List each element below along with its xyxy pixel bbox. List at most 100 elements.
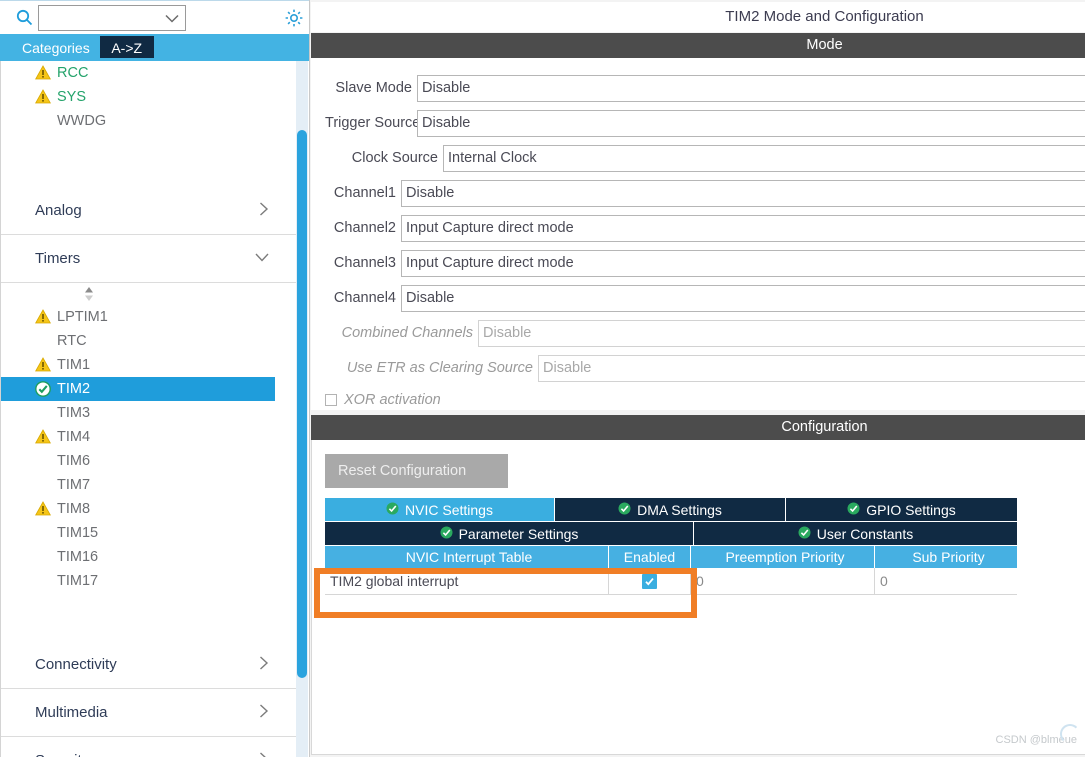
select-value: Internal Clock [448, 150, 537, 166]
chevron-right-icon [258, 751, 270, 757]
category-label: Security [35, 752, 89, 757]
search-icon[interactable] [10, 9, 38, 26]
tree-item-tim15[interactable]: TIM15 [1, 521, 296, 545]
tree-item-label: RCC [57, 65, 89, 81]
watermark-circle-icon [1060, 724, 1080, 744]
slave-mode-select[interactable]: Disable [417, 74, 1085, 102]
tree-item-label: TIM17 [57, 573, 99, 589]
sidebar-scrollbar-thumb[interactable] [297, 130, 307, 678]
sidebar-category-connectivity[interactable]: Connectivity [1, 641, 296, 689]
col-header-enabled[interactable]: Enabled [609, 546, 691, 568]
tree-item-label: TIM16 [57, 549, 99, 565]
sidebar-category-security[interactable]: Security [1, 737, 296, 757]
tree-item-sys[interactable]: SYS [1, 85, 296, 109]
tree-item-label: TIM6 [57, 453, 91, 469]
channel1-select[interactable]: Disable [401, 179, 1085, 207]
category-label: Connectivity [35, 656, 117, 673]
checkbox-unchecked-icon[interactable] [325, 394, 337, 406]
trigger-source-select[interactable]: Disable [417, 109, 1085, 137]
mode-section-body: Slave Mode Disable Trigger Source Disabl… [311, 58, 1085, 410]
tab-a-to-z[interactable]: A->Z [99, 36, 154, 60]
row-label: Combined Channels [341, 325, 473, 341]
checkbox-checked-icon[interactable] [642, 573, 657, 589]
clock-source-select[interactable]: Internal Clock [443, 144, 1085, 172]
tree-item-lptim1[interactable]: LPTIM1 [1, 305, 296, 329]
table-header-row: NVIC Interrupt Table Enabled Preemption … [325, 546, 1017, 568]
table-row[interactable]: TIM2 global interrupt 0 0 [325, 568, 1017, 595]
cell-interrupt-name: TIM2 global interrupt [325, 568, 609, 594]
tree-item-rtc[interactable]: RTC [1, 329, 296, 353]
tree-item-rcc[interactable]: RCC [1, 61, 296, 85]
tree-item-label: TIM4 [57, 429, 91, 445]
tree-item-tim3[interactable]: TIM3 [1, 401, 296, 425]
row-combined-channels: Combined Channels Disable [325, 319, 1085, 347]
select-value: Disable [543, 360, 592, 376]
tab-label: User Constants [816, 525, 914, 542]
channel3-select[interactable]: Input Capture direct mode [401, 249, 1085, 277]
search-combo[interactable] [38, 4, 186, 31]
tab-parameter-settings[interactable]: Parameter Settings [325, 522, 694, 545]
chevron-down-icon[interactable] [165, 10, 179, 26]
tree-item-tim4[interactable]: TIM4 [1, 425, 296, 449]
check-circle-icon [386, 502, 399, 518]
tab-label: NVIC Settings [405, 501, 493, 518]
cell-enabled[interactable] [609, 568, 691, 594]
tree-item-tim6[interactable]: TIM6 [1, 449, 296, 473]
chevron-down-icon [254, 250, 270, 267]
configuration-panel: TIM2 Mode and Configuration Mode Slave M… [310, 0, 1085, 757]
cell-preemption-priority[interactable]: 0 [691, 568, 875, 594]
check-circle-icon [798, 526, 811, 542]
row-label: Use ETR as Clearing Source [346, 360, 533, 376]
tab-categories[interactable]: Categories [12, 36, 100, 60]
xor-activation-label: XOR activation [344, 392, 441, 408]
configuration-section-body: Reset Configuration NVIC Settings DMA Se… [311, 440, 1085, 755]
tab-nvic-settings[interactable]: NVIC Settings [325, 498, 555, 521]
cell-sub-priority[interactable]: 0 [875, 568, 1017, 594]
xor-activation-row[interactable]: XOR activation [325, 392, 441, 408]
warning-icon [35, 501, 51, 520]
select-value: Disable [483, 325, 532, 341]
config-tabs-row-2: Parameter Settings User Constants [325, 522, 1017, 545]
tree-item-tim8[interactable]: TIM8 [1, 497, 296, 521]
sidebar-category-timers[interactable]: Timers [1, 235, 296, 283]
reset-configuration-button[interactable]: Reset Configuration [325, 454, 508, 488]
tree-item-wwdg[interactable]: WWDG [1, 109, 296, 133]
gear-icon[interactable] [283, 7, 305, 29]
sidebar-tabs: Categories A->Z [0, 34, 309, 60]
row-channel3: Channel3 Input Capture direct mode [325, 249, 1085, 277]
tree-sort-handle[interactable] [1, 283, 296, 305]
tree-item-label: TIM2 [57, 381, 91, 397]
sidebar-category-analog[interactable]: Analog [1, 187, 296, 235]
search-input[interactable] [42, 5, 164, 30]
tree-item-tim2[interactable]: TIM2 [1, 377, 275, 401]
row-trigger-source: Trigger Source Disable [325, 109, 1085, 137]
channel2-select[interactable]: Input Capture direct mode [401, 214, 1085, 242]
warning-icon [35, 309, 51, 328]
configuration-section-header: Configuration [311, 415, 1085, 440]
tree-item-label: TIM3 [57, 405, 91, 421]
tree-item-tim7[interactable]: TIM7 [1, 473, 296, 497]
col-header-nvic-interrupt-table[interactable]: NVIC Interrupt Table [325, 546, 609, 568]
tree-item-tim17[interactable]: TIM17 [1, 569, 296, 593]
chevron-right-icon [258, 201, 270, 221]
cubemx-window: Categories A->Z RCC SYS WWDG Analog Time… [0, 0, 1085, 757]
row-label: Clock Source [351, 150, 438, 166]
tree-item-label: TIM8 [57, 501, 91, 517]
sidebar-category-multimedia[interactable]: Multimedia [1, 689, 296, 737]
tab-label: DMA Settings [637, 501, 722, 518]
col-header-sub-priority[interactable]: Sub Priority [875, 546, 1017, 568]
channel4-select[interactable]: Disable [401, 284, 1085, 312]
row-channel4: Channel4 Disable [325, 284, 1085, 312]
tab-gpio-settings[interactable]: GPIO Settings [786, 498, 1017, 521]
tree-item-tim16[interactable]: TIM16 [1, 545, 296, 569]
search-row [0, 0, 309, 34]
tree-item-tim1[interactable]: TIM1 [1, 353, 296, 377]
tab-dma-settings[interactable]: DMA Settings [555, 498, 786, 521]
row-label: Channel3 [333, 255, 396, 271]
category-label: Timers [35, 250, 81, 267]
col-header-preemption-priority[interactable]: Preemption Priority [691, 546, 875, 568]
select-value: Input Capture direct mode [406, 220, 574, 236]
tab-user-constants[interactable]: User Constants [694, 522, 1017, 545]
watermark: CSDN @blmeue [996, 724, 1080, 746]
select-value: Disable [422, 115, 471, 131]
